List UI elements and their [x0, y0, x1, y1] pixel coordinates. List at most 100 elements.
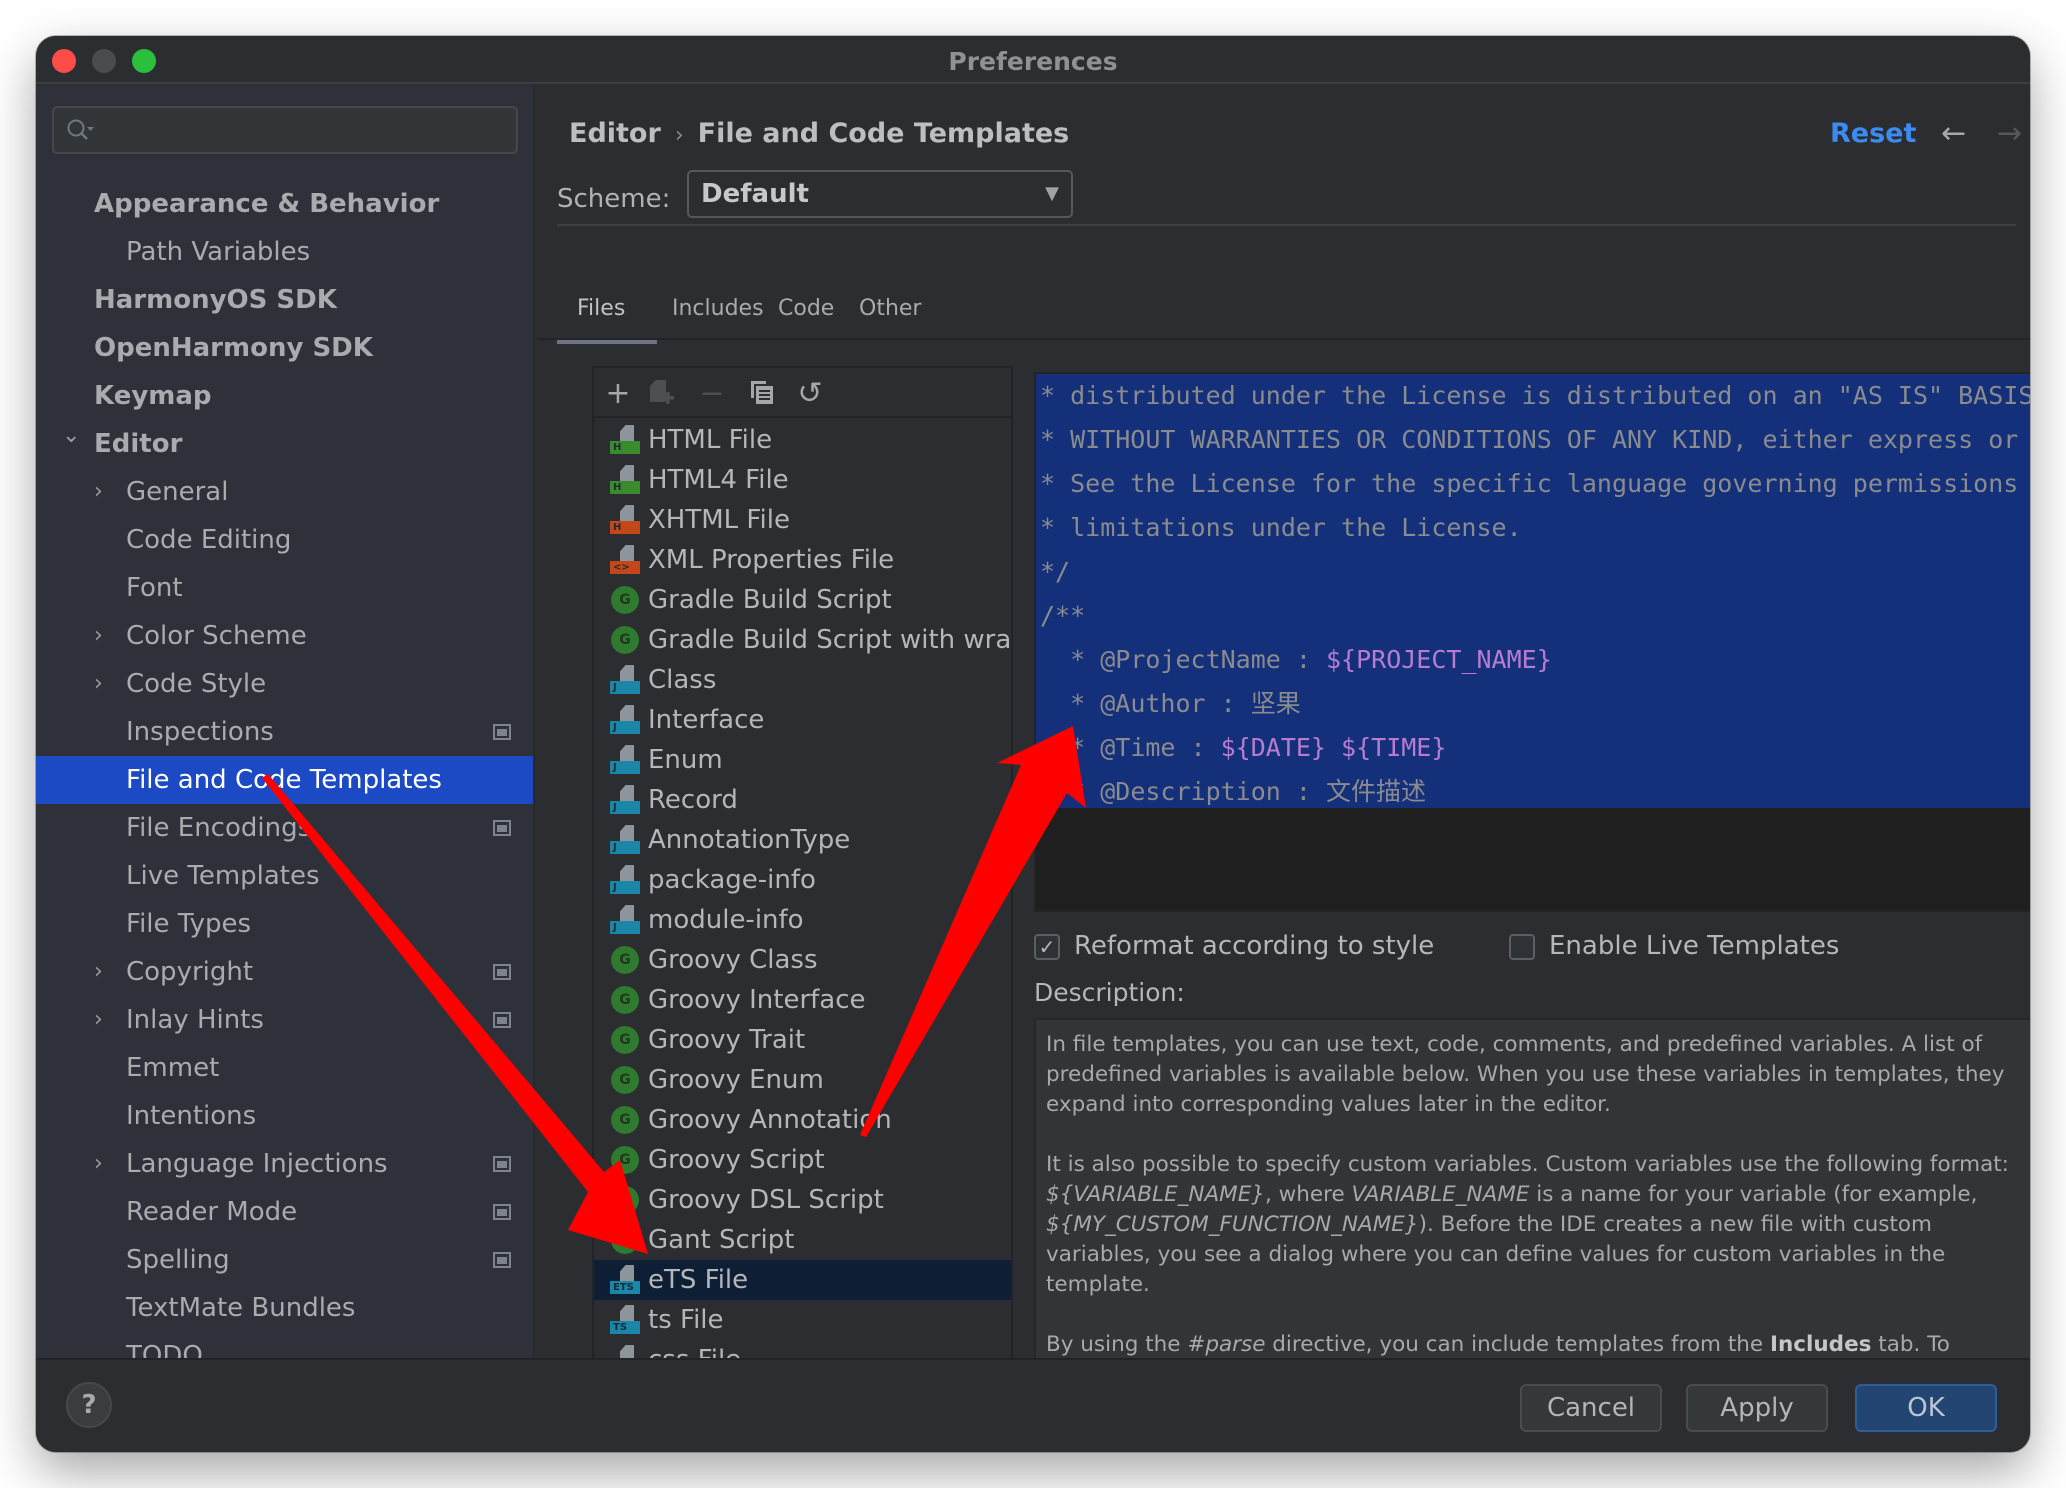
chevron-right-icon[interactable]: ›: [94, 612, 114, 660]
template-list-item[interactable]: G Groovy Enum: [594, 1060, 1011, 1100]
ok-button[interactable]: OK: [1855, 1384, 1997, 1432]
template-list-item[interactable]: Jpackage-info: [594, 860, 1011, 900]
chevron-right-icon[interactable]: ›: [94, 996, 114, 1044]
live-templates-option[interactable]: Enable Live Templates: [1509, 926, 1869, 966]
back-arrow-icon[interactable]: ←: [1941, 116, 1966, 151]
sidebar-item-label: Editor: [94, 429, 183, 459]
template-list-item[interactable]: G Gradle Build Script: [594, 580, 1011, 620]
apply-button[interactable]: Apply: [1686, 1384, 1828, 1432]
sidebar-item[interactable]: ⌄ Editor: [36, 420, 533, 468]
cancel-button[interactable]: Cancel: [1520, 1384, 1662, 1432]
chevron-down-icon[interactable]: ⌄: [62, 412, 82, 460]
sidebar-item[interactable]: › Code Style: [36, 660, 533, 708]
preferences-window: Preferences Appearance & Behavior Path Va…: [36, 36, 2030, 1452]
sidebar-item-label: Color Scheme: [126, 621, 307, 651]
template-list-item[interactable]: G Gradle Build Script with wrap: [594, 620, 1011, 660]
live-templates-checkbox[interactable]: [1509, 934, 1535, 960]
template-list-item[interactable]: G Groovy Script: [594, 1140, 1011, 1180]
reformat-checkbox[interactable]: ✓: [1034, 934, 1060, 960]
description-panel: In file templates, you can use text, cod…: [1034, 1018, 2030, 1372]
sidebar-item[interactable]: › Color Scheme: [36, 612, 533, 660]
sidebar-item[interactable]: File and Code Templates: [36, 756, 533, 804]
template-variable: ${PROJECT_NAME}: [1325, 645, 1552, 674]
sidebar-item[interactable]: Path Variables: [36, 228, 533, 276]
template-list-item[interactable]: G Groovy Trait: [594, 1020, 1011, 1060]
add-template-button[interactable]: +: [602, 378, 634, 410]
divider: [557, 224, 2016, 226]
template-list-item[interactable]: J Class: [594, 660, 1011, 700]
scheme-dropdown[interactable]: Default ▼: [687, 170, 1073, 218]
sidebar-item[interactable]: Spelling: [36, 1236, 533, 1284]
remove-template-button[interactable]: −: [696, 378, 728, 410]
template-list-item[interactable]: H HTML4 File: [594, 460, 1011, 500]
reformat-option[interactable]: ✓ Reformat according to style: [1034, 926, 1434, 966]
template-list-item[interactable]: H HTML File: [594, 420, 1011, 460]
breadcrumb-editor[interactable]: Editor: [569, 118, 661, 149]
template-list-item[interactable]: H XHTML File: [594, 500, 1011, 540]
sidebar-item-label: Emmet: [126, 1053, 220, 1083]
template-list-item[interactable]: J Interface: [594, 700, 1011, 740]
sidebar-item[interactable]: File Types: [36, 900, 533, 948]
template-list-item[interactable]: Jmodule-info: [594, 900, 1011, 940]
template-list-item-label: Gradle Build Script: [648, 585, 892, 615]
template-variable: ${DATE} ${TIME}: [1220, 733, 1447, 762]
template-list-item[interactable]: J AnnotationType: [594, 820, 1011, 860]
sidebar-item[interactable]: › General: [36, 468, 533, 516]
file-type-icon: H: [610, 505, 640, 535]
template-list-item[interactable]: J Enum: [594, 740, 1011, 780]
reset-template-button[interactable]: ↺: [794, 378, 826, 410]
template-list-item[interactable]: G Groovy DSL Script: [594, 1180, 1011, 1220]
groovy-file-icon: G: [610, 985, 640, 1015]
add-child-file-icon: [650, 380, 674, 404]
sidebar-item[interactable]: Live Templates: [36, 852, 533, 900]
chevron-right-icon[interactable]: ›: [94, 660, 114, 708]
sidebar-item[interactable]: › Language Injections: [36, 1140, 533, 1188]
sidebar-item[interactable]: HarmonyOS SDK: [36, 276, 533, 324]
create-child-template-button[interactable]: [646, 378, 678, 410]
file-type-icon: J: [610, 865, 640, 895]
template-list-item[interactable]: G Groovy Class: [594, 940, 1011, 980]
template-list-item-label: Groovy Enum: [648, 1065, 824, 1095]
tab-code[interactable]: Code: [778, 296, 834, 321]
sidebar-item[interactable]: OpenHarmony SDK: [36, 324, 533, 372]
tab-other[interactable]: Other: [859, 296, 921, 321]
sidebar-item[interactable]: Code Editing: [36, 516, 533, 564]
reset-link[interactable]: Reset: [1830, 118, 1916, 149]
template-list-item[interactable]: TS ts File: [594, 1300, 1011, 1340]
project-level-icon: [493, 964, 511, 980]
tab-files[interactable]: Files: [577, 296, 625, 321]
sidebar-item[interactable]: File Encodings: [36, 804, 533, 852]
chevron-right-icon[interactable]: ›: [94, 948, 114, 996]
sidebar-item[interactable]: Keymap: [36, 372, 533, 420]
template-list-item-label: Groovy Trait: [648, 1025, 806, 1055]
file-type-icon: J: [610, 825, 640, 855]
sidebar-item[interactable]: › Copyright: [36, 948, 533, 996]
sidebar-item[interactable]: Emmet: [36, 1044, 533, 1092]
template-list-item[interactable]: <> XML Properties File: [594, 540, 1011, 580]
template-list-item[interactable]: G Groovy Annotation: [594, 1100, 1011, 1140]
sidebar-item[interactable]: Intentions: [36, 1092, 533, 1140]
template-list-item[interactable]: G Groovy Interface: [594, 980, 1011, 1020]
template-list-item[interactable]: G Gant Script: [594, 1220, 1011, 1260]
help-button[interactable]: ?: [66, 1382, 112, 1428]
template-code-editor[interactable]: * distributed under the License is distr…: [1034, 372, 2030, 912]
settings-search-input[interactable]: [52, 106, 518, 154]
chevron-right-icon[interactable]: ›: [94, 468, 114, 516]
copy-template-button[interactable]: [746, 378, 778, 410]
sidebar-item[interactable]: TextMate Bundles: [36, 1284, 533, 1332]
sidebar-item[interactable]: Appearance & Behavior: [36, 180, 533, 228]
template-list-item[interactable]: J Record: [594, 780, 1011, 820]
tab-includes[interactable]: Includes: [672, 296, 764, 321]
project-level-icon: [493, 1204, 511, 1220]
groovy-file-icon: G: [610, 625, 640, 655]
sidebar-item[interactable]: › Inlay Hints: [36, 996, 533, 1044]
sidebar-item[interactable]: Reader Mode: [36, 1188, 533, 1236]
sidebar-item[interactable]: Font: [36, 564, 533, 612]
breadcrumb: Editor › File and Code Templates: [569, 118, 1069, 149]
forward-arrow-icon[interactable]: →: [1997, 116, 2022, 151]
sidebar-item-label: Font: [126, 573, 183, 603]
sidebar-item-label: TextMate Bundles: [126, 1293, 356, 1323]
template-list-item[interactable]: ETS eTS File: [594, 1260, 1011, 1300]
chevron-right-icon[interactable]: ›: [94, 1140, 114, 1188]
sidebar-item[interactable]: Inspections: [36, 708, 533, 756]
